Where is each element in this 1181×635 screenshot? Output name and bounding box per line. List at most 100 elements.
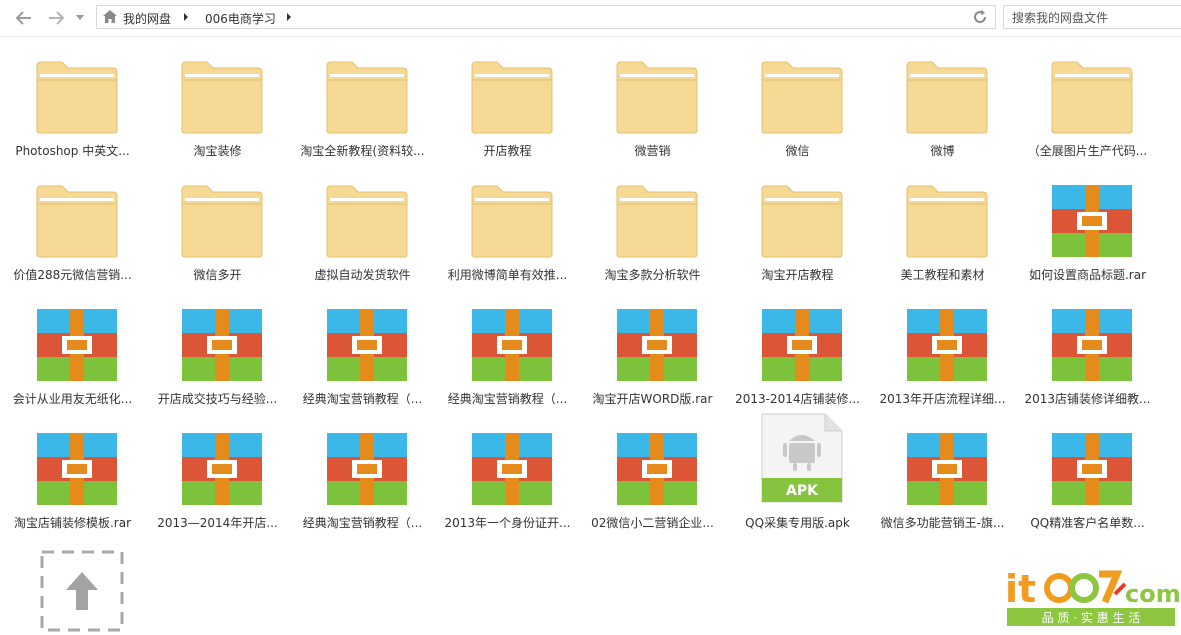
rar-archive-icon[interactable] [36, 308, 118, 382]
file-name[interactable]: 会计从业用友无纸化... [0, 390, 145, 407]
folder-icon[interactable] [616, 60, 698, 134]
back-arrow-icon[interactable] [14, 8, 34, 28]
file-name[interactable]: 微信 [725, 142, 870, 159]
rar-file-item[interactable]: 微信多功能营销王-旗... [870, 417, 1015, 539]
folder-icon[interactable] [906, 184, 988, 258]
file-name[interactable]: 2013店铺装修详细教... [1015, 390, 1160, 407]
folder-file-item[interactable]: 虚拟自动发货软件 [290, 169, 435, 291]
folder-file-item[interactable]: 微信多开 [145, 169, 290, 291]
file-name[interactable]: 2013年开店流程详细... [870, 390, 1015, 407]
refresh-icon[interactable] [972, 9, 988, 28]
file-name[interactable]: 微信多功能营销王-旗... [870, 514, 1015, 531]
file-name[interactable]: 经典淘宝营销教程（... [435, 390, 580, 407]
upload-drop-zone[interactable] [40, 550, 124, 632]
rar-file-item[interactable]: 2013年开店流程详细... [870, 293, 1015, 415]
file-name[interactable]: 淘宝装修 [145, 142, 290, 159]
folder-icon[interactable] [1051, 60, 1133, 134]
file-name[interactable]: 美工教程和素材 [870, 266, 1015, 283]
rar-archive-icon[interactable] [906, 308, 988, 382]
rar-archive-icon[interactable] [181, 308, 263, 382]
file-name[interactable]: 微信多开 [145, 266, 290, 283]
address-bar[interactable]: 我的网盘 006电商学习 [96, 5, 996, 29]
file-name[interactable]: 淘宝开店教程 [725, 266, 870, 283]
file-name[interactable]: 2013—2014年开店... [145, 514, 290, 531]
file-name[interactable]: （全展图片生产代码... [1015, 142, 1160, 159]
apk-file-icon[interactable]: APK [761, 413, 843, 503]
rar-archive-icon[interactable] [1051, 184, 1133, 258]
rar-archive-icon[interactable] [1051, 308, 1133, 382]
file-name[interactable]: 如何设置商品标题.rar [1015, 266, 1160, 283]
rar-archive-icon[interactable] [471, 308, 553, 382]
rar-archive-icon[interactable] [326, 432, 408, 506]
rar-file-item[interactable]: 会计从业用友无纸化... [0, 293, 145, 415]
folder-file-item[interactable]: 开店教程 [435, 45, 580, 167]
folder-icon[interactable] [181, 60, 263, 134]
rar-file-item[interactable]: 开店成交技巧与经验... [145, 293, 290, 415]
folder-icon[interactable] [36, 184, 118, 258]
rar-archive-icon[interactable] [906, 432, 988, 506]
file-name[interactable]: 淘宝全新教程(资料较... [290, 142, 435, 159]
rar-file-item[interactable]: 2013-2014店铺装修... [725, 293, 870, 415]
rar-file-item[interactable]: QQ精准客户名单数... [1015, 417, 1160, 539]
forward-arrow-icon[interactable] [46, 8, 66, 28]
chevron-down-icon[interactable] [70, 8, 90, 28]
file-name[interactable]: 2013年一个身份证开... [435, 514, 580, 531]
file-name[interactable]: 微博 [870, 142, 1015, 159]
breadcrumb-separator-icon[interactable] [184, 13, 188, 21]
rar-archive-icon[interactable] [616, 308, 698, 382]
file-name[interactable]: 经典淘宝营销教程（... [290, 390, 435, 407]
rar-file-item[interactable]: 2013年一个身份证开... [435, 417, 580, 539]
file-name[interactable]: 微营销 [580, 142, 725, 159]
file-name[interactable]: 开店教程 [435, 142, 580, 159]
folder-icon[interactable] [36, 60, 118, 134]
file-name[interactable]: 淘宝多款分析软件 [580, 266, 725, 283]
file-name[interactable]: 价值288元微信营销... [0, 266, 145, 283]
rar-file-item[interactable]: 2013店铺装修详细教... [1015, 293, 1160, 415]
folder-icon[interactable] [616, 184, 698, 258]
folder-file-item[interactable]: 价值288元微信营销... [0, 169, 145, 291]
folder-icon[interactable] [761, 184, 843, 258]
folder-file-item[interactable]: 淘宝装修 [145, 45, 290, 167]
folder-icon[interactable] [471, 184, 553, 258]
breadcrumb-separator-icon[interactable] [287, 13, 291, 21]
file-name[interactable]: 开店成交技巧与经验... [145, 390, 290, 407]
file-name[interactable]: QQ采集专用版.apk [725, 514, 870, 531]
folder-file-item[interactable]: Photoshop 中英文... [0, 45, 145, 167]
folder-file-item[interactable]: 微博 [870, 45, 1015, 167]
rar-archive-icon[interactable] [181, 432, 263, 506]
rar-archive-icon[interactable] [36, 432, 118, 506]
folder-icon[interactable] [906, 60, 988, 134]
folder-file-item[interactable]: 淘宝多款分析软件 [580, 169, 725, 291]
file-name[interactable]: 淘宝店铺装修模板.rar [0, 514, 145, 531]
home-icon[interactable] [103, 10, 117, 26]
rar-file-item[interactable]: 02微信小二营销企业... [580, 417, 725, 539]
folder-file-item[interactable]: 利用微博简单有效推... [435, 169, 580, 291]
folder-icon[interactable] [471, 60, 553, 134]
breadcrumb-item[interactable]: 006电商学习 [205, 10, 276, 27]
rar-file-item[interactable]: 淘宝开店WORD版.rar [580, 293, 725, 415]
folder-icon[interactable] [326, 184, 408, 258]
rar-file-item[interactable]: 2013—2014年开店... [145, 417, 290, 539]
rar-archive-icon[interactable] [616, 432, 698, 506]
folder-icon[interactable] [761, 60, 843, 134]
folder-icon[interactable] [181, 184, 263, 258]
rar-file-item[interactable]: 经典淘宝营销教程（... [435, 293, 580, 415]
file-name[interactable]: 虚拟自动发货软件 [290, 266, 435, 283]
file-name[interactable]: Photoshop 中英文... [0, 142, 145, 159]
folder-file-item[interactable]: 微信 [725, 45, 870, 167]
upload-arrow-icon[interactable] [40, 550, 124, 632]
file-name[interactable]: QQ精准客户名单数... [1015, 514, 1160, 531]
rar-archive-icon[interactable] [471, 432, 553, 506]
file-name[interactable]: 02微信小二营销企业... [580, 514, 725, 531]
folder-file-item[interactable]: （全展图片生产代码... [1015, 45, 1160, 167]
rar-archive-icon[interactable] [1051, 432, 1133, 506]
folder-file-item[interactable]: 淘宝开店教程 [725, 169, 870, 291]
rar-file-item[interactable]: 淘宝店铺装修模板.rar [0, 417, 145, 539]
folder-icon[interactable] [326, 60, 408, 134]
rar-file-item[interactable]: 如何设置商品标题.rar [1015, 169, 1160, 291]
rar-archive-icon[interactable] [761, 308, 843, 382]
rar-archive-icon[interactable] [326, 308, 408, 382]
rar-file-item[interactable]: 经典淘宝营销教程（... [290, 417, 435, 539]
folder-file-item[interactable]: 微营销 [580, 45, 725, 167]
folder-file-item[interactable]: 淘宝全新教程(资料较... [290, 45, 435, 167]
